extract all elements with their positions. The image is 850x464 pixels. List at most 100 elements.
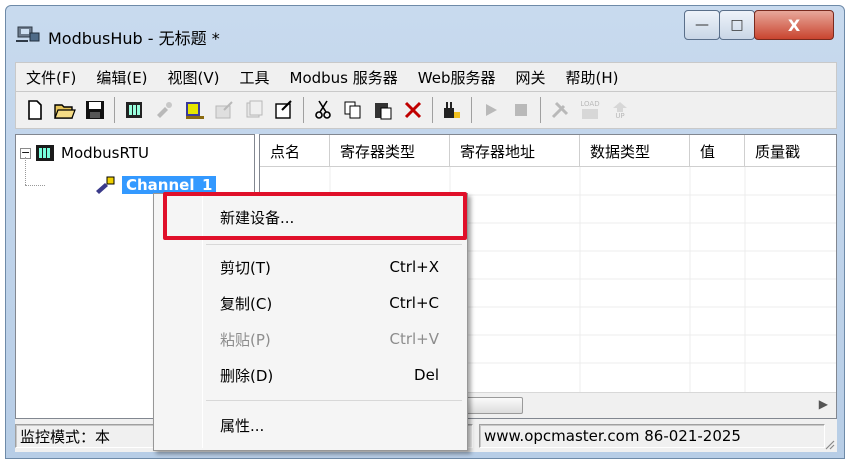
column-header-value[interactable]: 值 — [690, 135, 745, 167]
menu-tools[interactable]: 工具 — [230, 67, 280, 88]
close-button[interactable]: X — [754, 10, 834, 40]
up-text: UP — [615, 111, 625, 120]
run-icon — [486, 104, 497, 116]
batch-icon — [246, 100, 263, 118]
menu-item-copy[interactable]: 复制(C) Ctrl+C — [158, 286, 463, 320]
scroll-right-icon[interactable]: ▶ — [819, 397, 828, 411]
menu-edit[interactable]: 编辑(E) — [86, 67, 157, 88]
edit-button[interactable] — [212, 98, 236, 122]
tree-connector — [25, 185, 45, 186]
menu-separator — [206, 400, 462, 401]
tools-button[interactable] — [548, 98, 572, 122]
menu-item-shortcut: Ctrl+C — [389, 294, 439, 312]
copy-icon — [344, 101, 361, 119]
column-header-data-type[interactable]: 数据类型 — [580, 135, 690, 167]
edit-icon — [215, 101, 233, 119]
new-channel-icon — [157, 102, 172, 118]
menu-item-new-device[interactable]: 新建设备... — [158, 200, 463, 234]
toolbar-separator — [540, 97, 541, 123]
menu-web-server[interactable]: Web服务器 — [408, 67, 506, 88]
context-menu: 新建设备... 剪切(T) Ctrl+X 复制(C) Ctrl+C 粘贴(P) … — [153, 193, 468, 451]
column-header-point-name[interactable]: 点名 — [260, 135, 330, 167]
menu-gateway[interactable]: 网关 — [505, 67, 555, 88]
properties-icon — [275, 100, 292, 119]
cut-button[interactable] — [311, 98, 335, 122]
toolbar-separator — [471, 97, 472, 123]
status-info: www.opcmaster.com 86-021-2025 — [479, 424, 825, 448]
batch-button[interactable] — [242, 98, 266, 122]
scrollbar-thumb[interactable] — [463, 397, 523, 414]
modbushub-app-icon — [16, 26, 40, 42]
load-icon — [582, 108, 598, 119]
upload-button[interactable]: UP — [608, 98, 632, 122]
delete-icon — [404, 101, 422, 119]
window-title: ModbusHub - 无标题 * — [48, 29, 220, 48]
menu-view[interactable]: 视图(V) — [158, 67, 230, 88]
grid-header: 点名 寄存器类型 寄存器地址 数据类型 值 质量戳 — [260, 135, 836, 167]
menu-item-cut[interactable]: 剪切(T) Ctrl+X — [158, 250, 463, 284]
menu-item-label: 粘贴(P) — [220, 330, 271, 349]
resize-grip-icon[interactable] — [823, 438, 835, 450]
menu-item-shortcut: Ctrl+X — [389, 258, 439, 276]
save-button[interactable] — [83, 98, 107, 122]
device-icon — [36, 145, 54, 161]
menu-item-label: 删除(D) — [220, 366, 274, 385]
tree-child-label: Channel_1 — [122, 176, 217, 194]
stop-button[interactable] — [509, 98, 533, 122]
menu-modbus-server[interactable]: Modbus 服务器 — [280, 67, 408, 88]
new-point-button[interactable] — [182, 98, 206, 122]
copy-button[interactable] — [341, 98, 365, 122]
toolbar-separator — [432, 97, 433, 123]
toolbar: LOAD UP — [15, 92, 837, 129]
wizard-icon — [444, 102, 460, 118]
delete-button[interactable] — [401, 98, 425, 122]
stop-icon — [515, 104, 527, 116]
new-file-icon — [28, 100, 42, 120]
close-icon: X — [787, 15, 801, 35]
menu-separator — [206, 244, 462, 245]
menu-item-label: 属性... — [220, 416, 265, 435]
menu-bar: 文件(F) 编辑(E) 视图(V) 工具 Modbus 服务器 Web服务器 网… — [15, 62, 837, 92]
cut-icon — [315, 100, 331, 119]
maximize-button[interactable]: □ — [719, 10, 755, 40]
menu-file[interactable]: 文件(F) — [16, 67, 86, 88]
column-header-register-address[interactable]: 寄存器地址 — [450, 135, 580, 167]
load-text: LOAD — [580, 99, 600, 108]
tree-root-label: ModbusRTU — [61, 144, 149, 162]
maximize-icon: □ — [730, 17, 744, 33]
new-device-button[interactable] — [122, 98, 146, 122]
save-disk-icon — [86, 101, 104, 119]
minimize-button[interactable]: — — [684, 10, 720, 40]
toolbar-separator — [303, 97, 304, 123]
paste-button[interactable] — [371, 98, 395, 122]
properties-button[interactable] — [272, 98, 296, 122]
new-channel-button[interactable] — [152, 98, 176, 122]
title-bar[interactable]: ModbusHub - 无标题 * — □ X — [6, 6, 844, 62]
menu-item-properties[interactable]: 属性... — [158, 408, 463, 442]
paste-icon — [375, 103, 392, 120]
menu-item-paste[interactable]: 粘贴(P) Ctrl+V — [158, 322, 463, 356]
new-file-button[interactable] — [23, 98, 47, 122]
column-header-register-type[interactable]: 寄存器类型 — [330, 135, 450, 167]
menu-item-shortcut: Ctrl+V — [389, 330, 439, 348]
tree-item-modbusrtu[interactable]: − ModbusRTU — [20, 144, 149, 162]
menu-item-delete[interactable]: 删除(D) Del — [158, 358, 463, 392]
wizard-button[interactable] — [440, 98, 464, 122]
tree-item-channel[interactable]: Channel_1 — [94, 175, 217, 195]
open-folder-icon — [54, 104, 76, 119]
menu-help[interactable]: 帮助(H) — [556, 67, 629, 88]
menu-item-label: 复制(C) — [220, 294, 273, 313]
menu-item-shortcut: Del — [414, 366, 439, 384]
tree-connector — [25, 157, 26, 185]
upload-icon — [613, 101, 627, 112]
tools-icon — [551, 101, 569, 119]
menu-item-label: 新建设备... — [220, 208, 295, 227]
load-button[interactable]: LOAD — [578, 98, 602, 122]
channel-icon — [96, 176, 115, 194]
new-point-icon — [186, 102, 204, 119]
run-button[interactable] — [479, 98, 503, 122]
column-header-quality[interactable]: 质量戳 — [745, 135, 836, 167]
open-button[interactable] — [53, 98, 77, 122]
toolbar-separator — [114, 97, 115, 123]
new-device-icon — [126, 102, 142, 118]
